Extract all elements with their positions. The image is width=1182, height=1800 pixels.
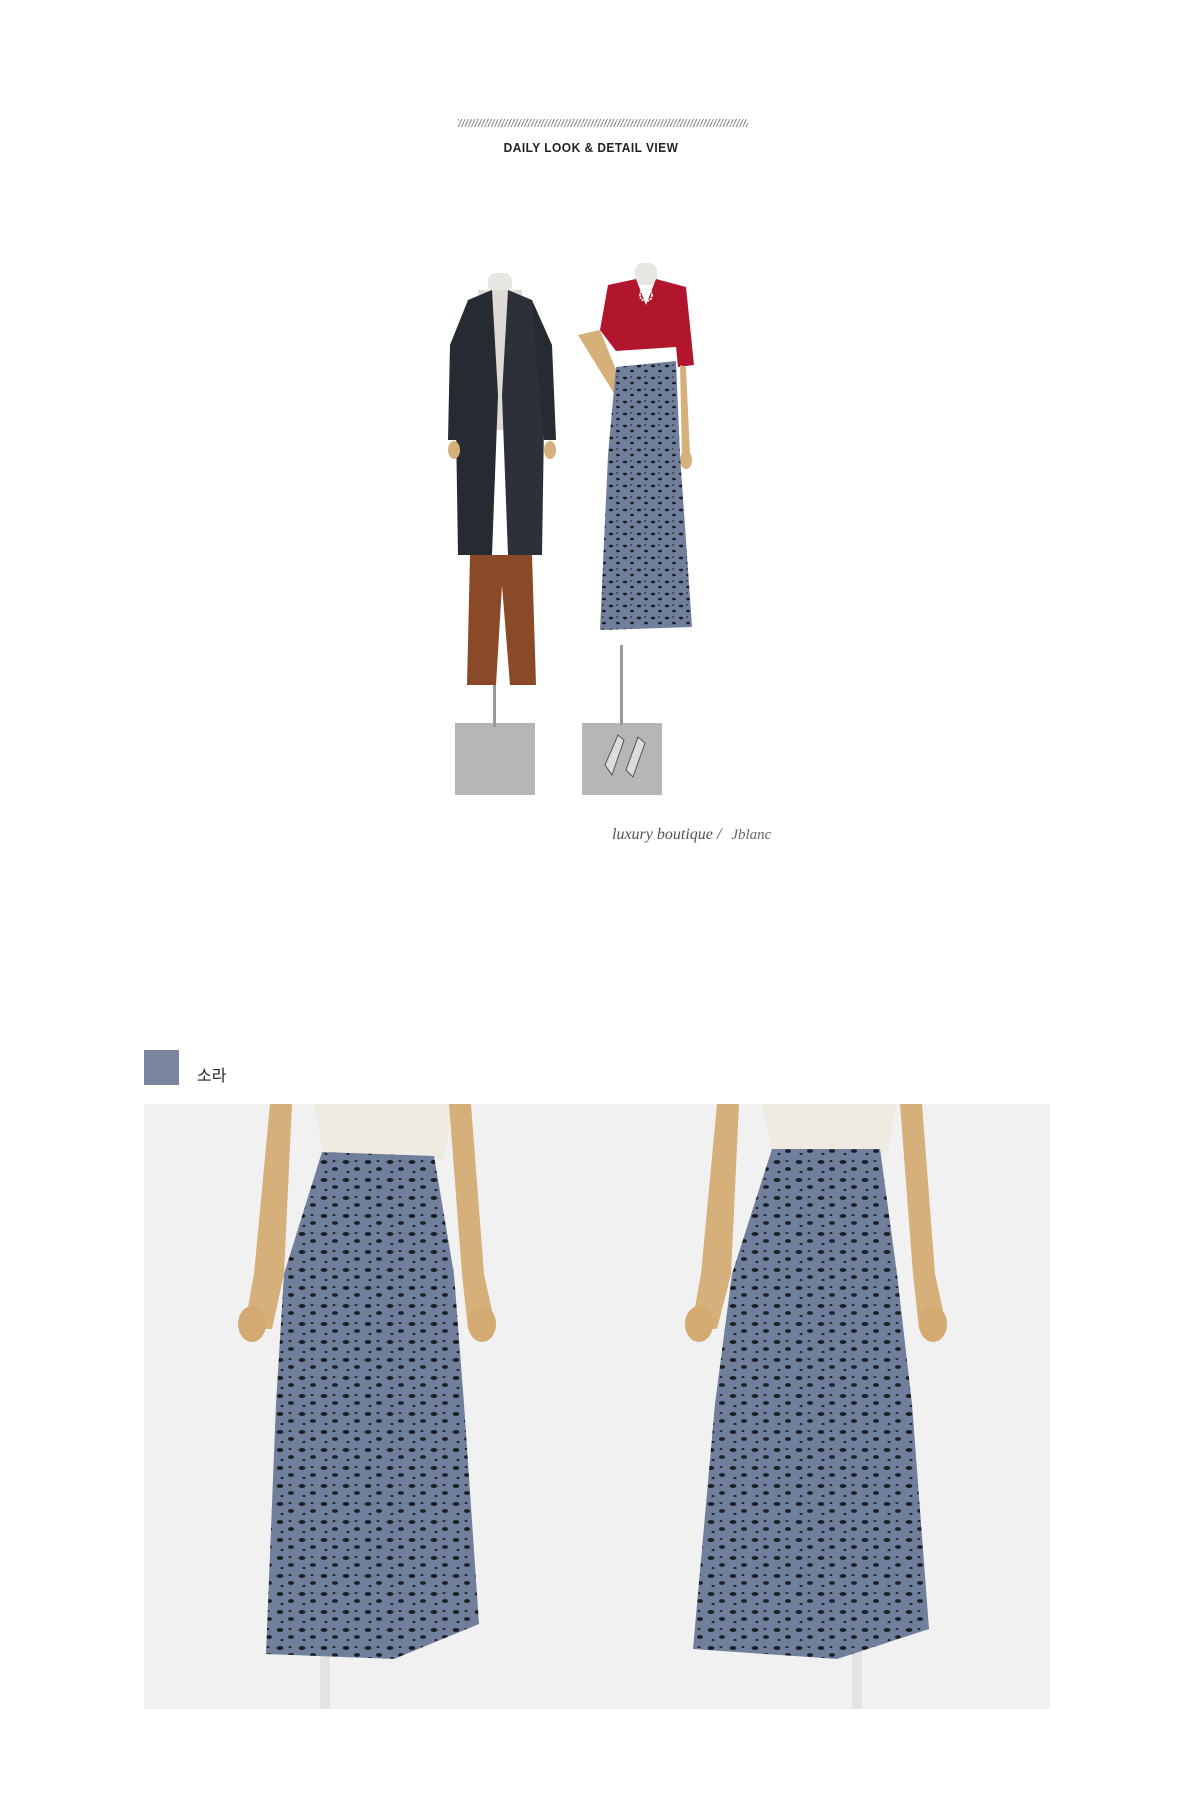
color-option-label: 소라 <box>197 1068 227 1085</box>
color-swatch <box>144 1050 179 1085</box>
section-title: DAILY LOOK & DETAIL VIEW <box>503 140 679 155</box>
styled-look-photo <box>440 255 750 800</box>
brand-caption-text: luxury boutique / <box>612 826 722 843</box>
brand-caption: luxury boutique / Jblanc <box>612 826 771 844</box>
brand-signature: Jblanc <box>731 827 772 843</box>
skirt-front-photo <box>144 1104 597 1709</box>
decorative-hatch-line <box>458 119 748 127</box>
skirt-back-photo <box>597 1104 1050 1709</box>
